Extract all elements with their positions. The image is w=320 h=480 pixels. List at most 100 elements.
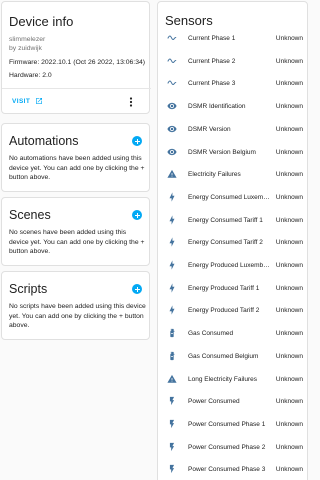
sensor-name: Energy Consumed Luxem… <box>188 193 270 201</box>
more-options-icon[interactable] <box>129 97 133 107</box>
add-scene-button[interactable] <box>132 210 142 220</box>
sensor-row[interactable]: Energy Consumed Tariff 2 Unknown <box>158 233 309 256</box>
flash-icon <box>167 419 177 429</box>
sensor-row[interactable]: Energy Consumed Tariff 1 Unknown <box>158 211 309 234</box>
open-in-new-icon <box>35 97 43 105</box>
sensor-state: Unknown <box>275 398 303 406</box>
automations-empty-text: No automations have been added using thi… <box>9 155 145 181</box>
sensor-state: Unknown <box>275 330 303 338</box>
eye-icon <box>167 147 177 157</box>
eye-icon <box>167 101 177 111</box>
scenes-title: Scenes <box>9 208 51 222</box>
sensor-name: Gas Consumed Belgium <box>188 352 259 360</box>
sensor-state: Unknown <box>275 148 303 156</box>
sensor-state: Unknown <box>275 466 303 474</box>
sensor-row[interactable]: Electricity Failures Unknown <box>158 165 309 188</box>
sensor-state: Unknown <box>275 57 303 65</box>
sensor-state: Unknown <box>275 193 303 201</box>
sensor-state: Unknown <box>275 171 303 179</box>
sensor-name: Electricity Failures <box>188 171 241 179</box>
sensor-state: Unknown <box>275 239 303 247</box>
sensor-name: Energy Consumed Tariff 2 <box>188 239 263 247</box>
sensor-state: Unknown <box>275 103 303 111</box>
scenes-card: Scenes No scenes have been added using t… <box>1 197 150 266</box>
sensor-state: Unknown <box>275 307 303 315</box>
sensors-card: Sensors Current Phase 1 Unknown Current Ph… <box>157 1 308 480</box>
sensor-row[interactable]: Current Phase 2 Unknown <box>158 52 309 75</box>
sensor-name: Energy Produced Luxemb… <box>188 262 270 269</box>
sensor-row[interactable]: Gas Consumed Unknown <box>158 324 309 347</box>
sensor-name: Current Phase 2 <box>188 57 236 65</box>
sensor-row[interactable]: Power Consumed Phase 2 Unknown <box>158 438 309 461</box>
sensor-row[interactable]: Energy Produced Luxemb… Unknown <box>158 256 309 279</box>
sensor-state: Unknown <box>275 352 303 360</box>
sensor-state: Unknown <box>275 35 303 42</box>
eye-icon <box>167 124 177 134</box>
gas-cylinder-icon <box>167 351 177 361</box>
sensor-row[interactable]: Power Consumed Unknown <box>158 392 309 415</box>
add-script-button[interactable] <box>132 284 142 294</box>
sensor-state: Unknown <box>275 125 303 133</box>
sine-wave-icon <box>167 56 177 66</box>
automations-title: Automations <box>9 134 79 148</box>
sensor-row[interactable]: Power Consumed Phase 1 Unknown <box>158 415 309 438</box>
device-info-title: Device info <box>9 14 74 29</box>
visit-label: VISIT <box>12 97 31 105</box>
lightning-icon <box>167 283 177 293</box>
scenes-empty-text: No scenes have been added using this dev… <box>9 229 145 255</box>
sensor-name: DSMR Version <box>188 125 231 133</box>
device-info-card: Device info slimmelezer by zuidwijk Firm… <box>1 1 151 114</box>
lightning-icon <box>167 215 177 225</box>
sensor-state: Unknown <box>275 375 303 383</box>
sensor-state: Unknown <box>275 80 303 88</box>
sensor-row[interactable]: DSMR Identification Unknown <box>158 97 309 120</box>
sensor-name: Current Phase 1 <box>188 35 236 42</box>
lightning-icon <box>167 192 177 202</box>
sensor-row[interactable]: Energy Produced Tariff 1 Unknown <box>158 279 309 302</box>
sensor-name: Power Consumed Phase 3 <box>188 466 266 474</box>
sensor-row[interactable]: Power Consumed Phase 3 Unknown <box>158 460 309 480</box>
divider <box>2 88 151 89</box>
scripts-card: Scripts No scripts have been added using… <box>1 271 150 340</box>
device-manufacturer: by zuidwijk <box>9 45 42 52</box>
flash-icon <box>167 464 177 474</box>
sensor-row[interactable]: Gas Consumed Belgium Unknown <box>158 347 309 370</box>
add-automation-button[interactable] <box>132 136 142 146</box>
sensor-row[interactable]: Current Phase 3 Unknown <box>158 74 309 97</box>
sensor-row[interactable]: Energy Produced Tariff 2 Unknown <box>158 301 309 324</box>
sensor-name: Energy Consumed Tariff 1 <box>188 216 263 224</box>
lightning-icon <box>167 260 177 270</box>
sensor-state: Unknown <box>275 284 303 292</box>
sensor-name: DSMR Version Belgium <box>188 148 256 156</box>
scripts-empty-text: No scripts have been added using this de… <box>9 303 146 329</box>
alert-icon <box>167 169 177 179</box>
sensor-row[interactable]: DSMR Version Belgium Unknown <box>158 143 309 166</box>
sensor-state: Unknown <box>275 420 303 428</box>
sensor-name: Power Consumed Phase 2 <box>188 443 266 451</box>
sensor-name: Long Electricity Failures <box>188 375 257 383</box>
lightning-icon <box>167 237 177 247</box>
sensor-name: Gas Consumed <box>188 330 234 338</box>
sensor-state: Unknown <box>275 443 303 451</box>
sensor-name: Power Consumed Phase 1 <box>188 420 266 428</box>
sensor-row[interactable]: Energy Consumed Luxem… Unknown <box>158 188 309 211</box>
sensor-row[interactable]: DSMR Version Unknown <box>158 120 309 143</box>
visit-link[interactable]: VISIT <box>12 97 43 105</box>
lightning-icon <box>167 305 177 315</box>
sensor-name: Energy Produced Tariff 2 <box>188 307 260 315</box>
device-firmware: Firmware: 2022.10.1 (Oct 26 2022, 13:06:… <box>9 59 146 66</box>
sensor-name: Energy Produced Tariff 1 <box>188 284 260 292</box>
sensor-name: DSMR Identification <box>188 103 246 111</box>
sensor-row[interactable]: Current Phase 1 Unknown <box>158 29 309 52</box>
sensors-title: Sensors <box>165 13 213 28</box>
sensor-name: Current Phase 3 <box>188 80 236 88</box>
automations-card: Automations No automations have been add… <box>1 123 150 192</box>
sensor-name: Power Consumed <box>188 398 240 406</box>
scripts-title: Scripts <box>9 282 48 296</box>
sensor-row[interactable]: Long Electricity Failures Unknown <box>158 370 309 393</box>
flash-icon <box>167 396 177 406</box>
sensor-state: Unknown <box>275 216 303 224</box>
flash-icon <box>167 442 177 452</box>
alert-icon <box>167 374 177 384</box>
sine-wave-icon <box>167 33 177 43</box>
